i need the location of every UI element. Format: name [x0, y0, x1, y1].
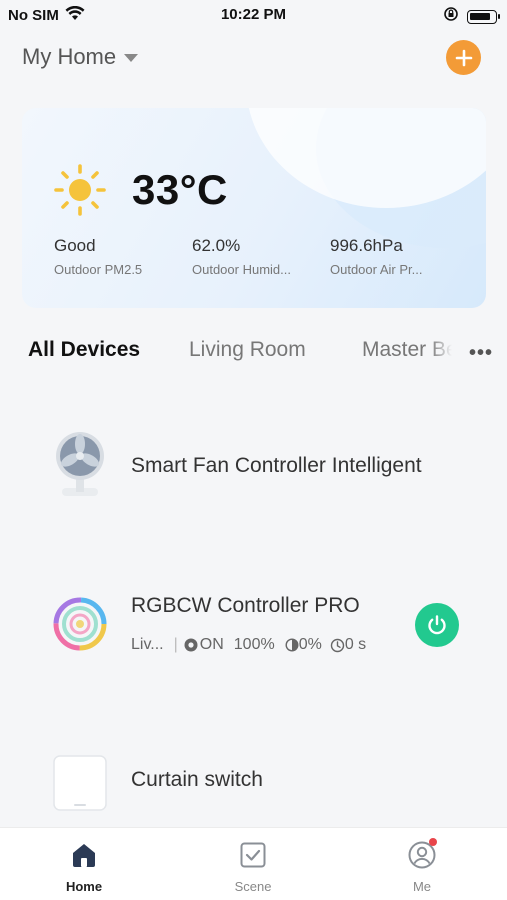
nav-me[interactable]: Me	[382, 838, 462, 894]
divider: |	[173, 636, 178, 653]
curtain-switch-icon	[52, 754, 108, 819]
color-temp-value: 0%	[298, 636, 322, 653]
power-toggle-button[interactable]	[415, 603, 459, 647]
contrast-icon	[285, 638, 299, 652]
notification-dot	[429, 838, 437, 846]
bottom-nav: Home Scene Me	[0, 827, 507, 900]
weather-card[interactable]: 33°C Good Outdoor PM2.5 62.0% Outdoor Hu…	[22, 108, 486, 308]
nav-label: Home	[65, 879, 103, 894]
power-icon	[428, 615, 446, 635]
status-right	[443, 6, 500, 27]
device-name: Curtain switch	[131, 768, 263, 791]
nav-label: Scene	[234, 879, 272, 894]
profile-icon-wrap	[407, 838, 437, 875]
clock-icon	[330, 638, 345, 652]
timer: 0 s	[330, 636, 366, 654]
nav-scene[interactable]: Scene	[213, 840, 293, 894]
card-decoration-highlight	[246, 108, 486, 208]
home-icon	[73, 844, 95, 867]
plus-icon	[455, 49, 472, 66]
device-name: RGBCW Controller PRO	[131, 594, 360, 617]
room-label: Liv...	[131, 636, 164, 653]
fan-icon	[52, 430, 108, 507]
metric-label: Outdoor Air Pr...	[330, 262, 423, 277]
device-item-fan[interactable]: Smart Fan Controller Intelligent	[0, 430, 507, 510]
temperature: 33°C	[132, 166, 228, 213]
brightness-value: 100%	[233, 636, 275, 653]
room-tabs: All Devices Living Room Master Bedroom	[28, 338, 488, 368]
state-value: ON	[199, 636, 224, 653]
home-name: My Home	[22, 44, 117, 69]
power-state-icon	[184, 638, 198, 652]
timer-value: 0 s	[344, 636, 367, 653]
metric-label: Outdoor PM2.5	[54, 262, 143, 277]
scene-check-icon	[240, 842, 266, 868]
tab-master-bedroom[interactable]: Master Bedroom	[362, 338, 452, 362]
metric-humidity: 62.0% Outdoor Humid...	[192, 236, 291, 277]
tab-living-room[interactable]: Living Room	[189, 338, 306, 362]
sun-icon	[52, 162, 108, 223]
power-state: ON	[184, 636, 224, 654]
more-icon[interactable]: •••	[469, 342, 493, 365]
metric-value: Good	[54, 236, 96, 255]
device-item-curtain[interactable]: Curtain switch	[0, 748, 507, 818]
metric-value: 996.6hPa	[330, 236, 403, 255]
add-device-button[interactable]	[446, 40, 481, 75]
device-name: Smart Fan Controller Intelligent	[131, 454, 422, 477]
metric-air-pressure: 996.6hPa Outdoor Air Pr...	[330, 236, 423, 277]
status-bar: No SIM 10:22 PM	[0, 0, 507, 30]
nav-home[interactable]: Home	[44, 840, 124, 894]
home-selector[interactable]: My Home	[22, 44, 139, 70]
tab-all-devices[interactable]: All Devices	[28, 338, 140, 362]
status-time: 10:22 PM	[220, 6, 287, 23]
caret-down-icon	[124, 54, 139, 62]
metric-pm25: Good Outdoor PM2.5	[54, 236, 142, 277]
device-status-line: Liv... | ON 100% 0% 0 s	[131, 636, 366, 654]
orientation-lock-icon	[443, 6, 459, 27]
color-temp: 0%	[285, 636, 322, 654]
metric-value: 62.0%	[192, 236, 241, 255]
metric-label: Outdoor Humid...	[192, 262, 291, 277]
nav-label: Me	[412, 879, 432, 894]
battery-icon	[467, 9, 500, 24]
rgb-ring-icon	[52, 596, 108, 657]
